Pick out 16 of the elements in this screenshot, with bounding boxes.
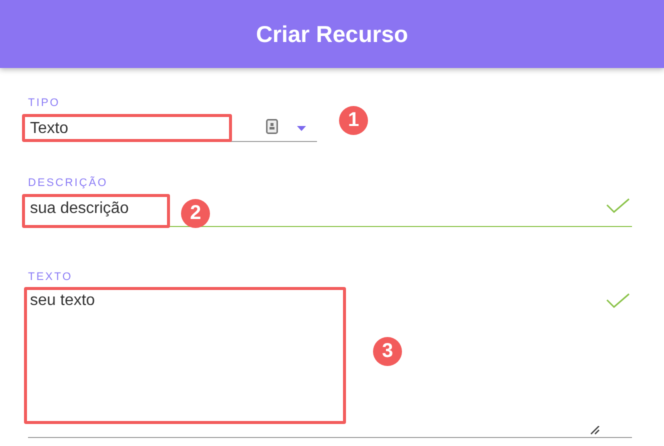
contact-card-icon — [266, 119, 278, 134]
description-field[interactable]: sua descrição 2 — [28, 194, 632, 227]
field-value: seu texto — [30, 292, 95, 310]
field-value: Texto — [30, 120, 68, 138]
dropdown-caret-icon[interactable] — [297, 126, 306, 131]
page-title: Criar Recurso — [256, 20, 408, 48]
field-label: DESCRIÇÃO — [28, 177, 108, 190]
text-area-field[interactable]: seu texto 3 — [28, 288, 632, 438]
check-icon — [606, 198, 630, 213]
check-icon — [606, 293, 630, 308]
resize-handle-icon[interactable] — [590, 426, 600, 435]
step-number-badge: 2 — [181, 199, 210, 228]
step-number-badge: 3 — [373, 337, 402, 366]
step-number-badge: 1 — [339, 106, 368, 135]
field-label: TEXTO — [28, 271, 72, 284]
field-value: sua descrição — [30, 200, 129, 218]
